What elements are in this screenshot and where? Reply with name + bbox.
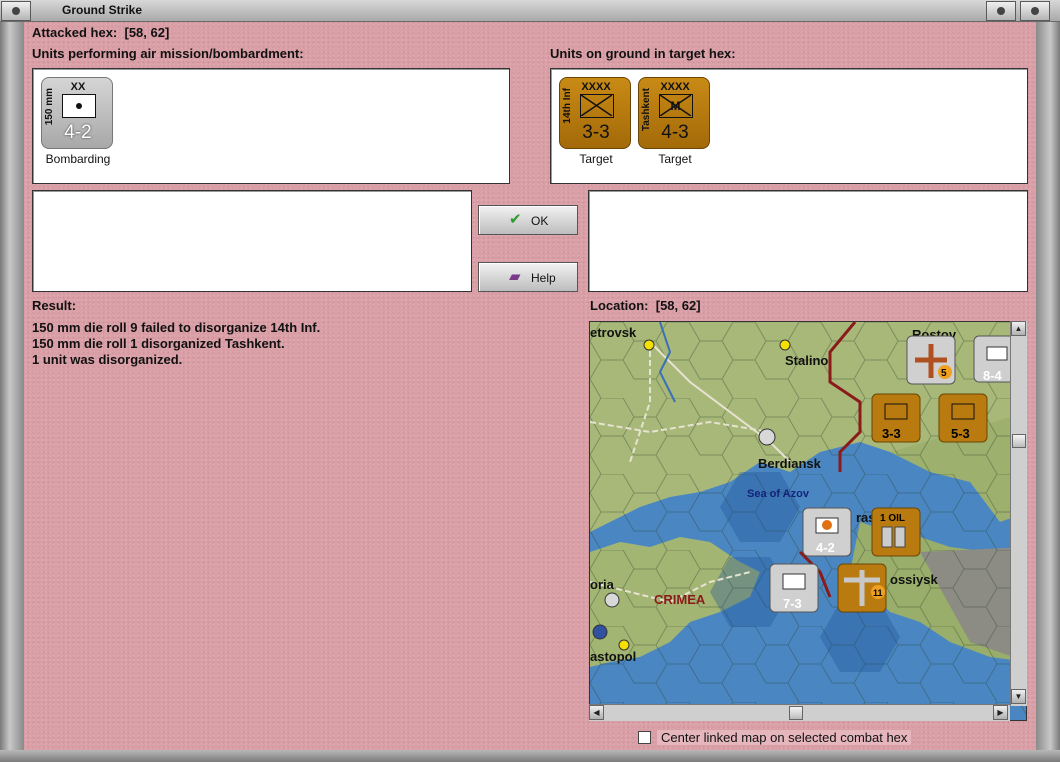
maximize-icon: [1031, 7, 1039, 15]
map-horizontal-scrollbar[interactable]: ◀ ▶: [589, 704, 1010, 721]
map-vertical-scrollbar[interactable]: ▲ ▼: [1010, 321, 1027, 706]
result-line: 150 mm die roll 1 disorganized Tashkent.: [32, 336, 285, 351]
svg-text:CRIMEA: CRIMEA: [654, 592, 706, 607]
svg-text:3-3: 3-3: [882, 426, 901, 441]
window-title: Ground Strike: [62, 3, 143, 17]
scroll-right-arrow-icon[interactable]: ▶: [993, 705, 1008, 720]
air-units-label: Units performing air mission/bombardment…: [32, 46, 304, 61]
maximize-button[interactable]: [1020, 1, 1050, 21]
svg-text:8-4: 8-4: [983, 368, 1003, 383]
help-button[interactable]: ▰ Help: [478, 262, 578, 292]
svg-text:astopol: astopol: [590, 649, 636, 664]
unit-name: 150 mm: [44, 88, 55, 126]
unit-caption: Target: [658, 152, 692, 166]
location-label: Location: [58, 62]: [590, 298, 701, 313]
minimize-icon: [997, 7, 1005, 15]
window-frame-bottom[interactable]: [0, 750, 1060, 762]
unit-caption: Bombarding: [45, 152, 111, 166]
unit-counter-14th-inf[interactable]: XXXX 14th Inf 3-3 Target: [559, 77, 631, 166]
vertical-scroll-thumb[interactable]: [1012, 434, 1026, 448]
checkmark-icon: ✔: [509, 211, 522, 228]
ground-unit-detail-panel: [588, 190, 1028, 292]
svg-text:etrovsk: etrovsk: [590, 325, 637, 340]
result-line: 150 mm die roll 9 failed to disorganize …: [32, 320, 321, 335]
svg-text:5-3: 5-3: [951, 426, 970, 441]
horizontal-scroll-thumb[interactable]: [789, 706, 803, 720]
system-menu-button[interactable]: [1, 1, 31, 21]
svg-text:5: 5: [941, 368, 947, 379]
map-counter-tb3: 11: [837, 563, 887, 613]
svg-text:Berdiansk: Berdiansk: [758, 456, 822, 471]
svg-text:ossiysk: ossiysk: [890, 572, 938, 587]
result-line: 1 unit was disorganized.: [32, 352, 183, 367]
artillery-symbol-icon: [62, 94, 96, 118]
infantry-symbol-icon: [580, 94, 614, 118]
title-bar[interactable]: Ground Strike: [0, 0, 1060, 22]
svg-text:oria: oria: [590, 577, 615, 592]
ground-units-label: Units on ground in target hex:: [550, 46, 736, 61]
dialog-content: Attacked hex: [58, 62] Units performing …: [24, 22, 1036, 750]
center-linked-map-checkbox[interactable]: [638, 731, 651, 744]
map-counter-air: 5: [906, 335, 956, 385]
ground-strike-window: Ground Strike Attacked hex: [58, 62] Uni…: [0, 0, 1060, 762]
scroll-left-arrow-icon[interactable]: ◀: [589, 705, 604, 720]
unit-counter-tashkent[interactable]: XXXX Tashkent M 4-3 Target: [638, 77, 710, 166]
result-label: Result:: [32, 298, 77, 313]
map-counter-4th-inf: 3-3: [871, 393, 921, 443]
ok-button[interactable]: ✔ OK: [478, 205, 578, 235]
attacked-hex-label: Attacked hex: [58, 62]: [32, 25, 170, 40]
air-units-panel: XX 150 mm 4-2 Bombarding: [32, 68, 510, 184]
location-map[interactable]: etrovsk Stalino Berdiansk Sea of Azov CR…: [589, 321, 1027, 721]
svg-text:4-2: 4-2: [816, 540, 835, 555]
map-counter-7-3: 7-3: [769, 563, 819, 613]
map-counter-oil: 1 OIL: [871, 507, 921, 557]
svg-text:1 OIL: 1 OIL: [880, 513, 905, 524]
book-icon: ▰: [509, 268, 521, 285]
unit-strength: 4-2: [64, 122, 92, 143]
mountain-infantry-symbol-icon: M: [659, 94, 693, 118]
air-unit-detail-panel: [32, 190, 472, 292]
map-counter-4-2: 4-2: [802, 507, 852, 557]
scroll-up-arrow-icon[interactable]: ▲: [1011, 321, 1026, 336]
location-value: [58, 62]: [655, 298, 701, 313]
svg-text:11: 11: [873, 588, 883, 598]
map-counter-5-3: 5-3: [938, 393, 988, 443]
unit-strength: 4-3: [661, 122, 689, 143]
window-frame-left: [0, 22, 24, 750]
unit-counter-150mm[interactable]: XX 150 mm 4-2 Bombarding: [41, 77, 113, 166]
unit-strength: 3-3: [582, 122, 610, 143]
center-linked-map-label[interactable]: Center linked map on selected combat hex: [657, 730, 912, 745]
window-frame-right: [1036, 22, 1060, 750]
unit-name: 14th Inf: [562, 88, 573, 124]
svg-text:Stalino: Stalino: [785, 353, 828, 368]
svg-text:Sea of Azov: Sea of Azov: [747, 488, 810, 500]
scroll-down-arrow-icon[interactable]: ▼: [1011, 689, 1026, 704]
map-counter-far-right: 8-4: [973, 335, 1015, 383]
menu-icon: [12, 7, 20, 15]
attacked-hex-value: [58, 62]: [124, 25, 170, 40]
minimize-button[interactable]: [986, 1, 1016, 21]
svg-text:7-3: 7-3: [783, 596, 802, 611]
ground-units-panel: XXXX 14th Inf 3-3 Target XXXX Tashkent M…: [550, 68, 1028, 184]
